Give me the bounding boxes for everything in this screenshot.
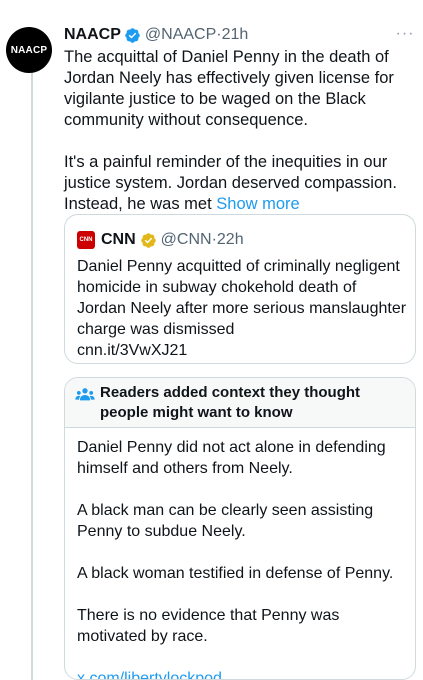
show-more-link[interactable]: Show more: [216, 195, 299, 213]
people-icon: [75, 388, 95, 401]
quoted-author-handle[interactable]: @CNN: [161, 231, 212, 249]
community-note-body: Daniel Penny did not act alone in defend…: [77, 437, 407, 679]
thread-line: [31, 72, 33, 680]
community-note-header: Readers added context they thought peopl…: [65, 378, 415, 428]
cnn-avatar[interactable]: CNN: [77, 231, 95, 249]
quoted-timestamp[interactable]: 22h: [217, 231, 244, 249]
avatar[interactable]: NAACP: [6, 27, 52, 73]
community-note[interactable]: Readers added context they thought peopl…: [64, 377, 416, 680]
note-paragraph: There is no evidence that Penny was moti…: [77, 607, 340, 645]
more-options-icon[interactable]: ···: [395, 24, 415, 44]
quoted-author-name[interactable]: CNN: [101, 231, 136, 249]
verified-badge-icon: [125, 27, 140, 43]
community-note-source-link[interactable]: x.com/libertylockpod...: [77, 668, 407, 679]
tweet[interactable]: NAACP NAACP @NAACP · 21h ··· The acquitt…: [0, 0, 423, 680]
tweet-paragraph: It's a painful reminder of the inequitie…: [64, 152, 414, 215]
timestamp[interactable]: 21h: [222, 26, 249, 44]
gold-verified-badge-icon: [140, 232, 156, 248]
note-paragraph: A black man can be clearly seen assistin…: [77, 502, 374, 540]
avatar-text: NAACP: [10, 44, 48, 56]
cnn-logo-text: CNN: [79, 237, 93, 243]
author-name[interactable]: NAACP: [64, 26, 121, 44]
author-handle[interactable]: @NAACP: [145, 26, 216, 44]
note-paragraph: A black woman testified in defense of Pe…: [77, 565, 394, 582]
note-paragraph: Daniel Penny did not act alone in defend…: [77, 439, 386, 477]
quoted-tweet-link[interactable]: cnn.it/3VwXJ21: [77, 340, 187, 361]
quoted-tweet-header: CNN CNN @CNN · 22h: [77, 230, 244, 250]
tweet-header: NAACP @NAACP · 21h: [64, 24, 248, 46]
quoted-tweet[interactable]: CNN CNN @CNN · 22h Daniel Penny acquitte…: [64, 214, 416, 364]
community-note-title: Readers added context they thought peopl…: [100, 384, 361, 421]
tweet-text: The acquittal of Daniel Penny in the dea…: [64, 47, 414, 215]
tweet-paragraph: The acquittal of Daniel Penny in the dea…: [64, 48, 394, 129]
quoted-tweet-text: Daniel Penny acquitted of criminally neg…: [77, 258, 407, 338]
